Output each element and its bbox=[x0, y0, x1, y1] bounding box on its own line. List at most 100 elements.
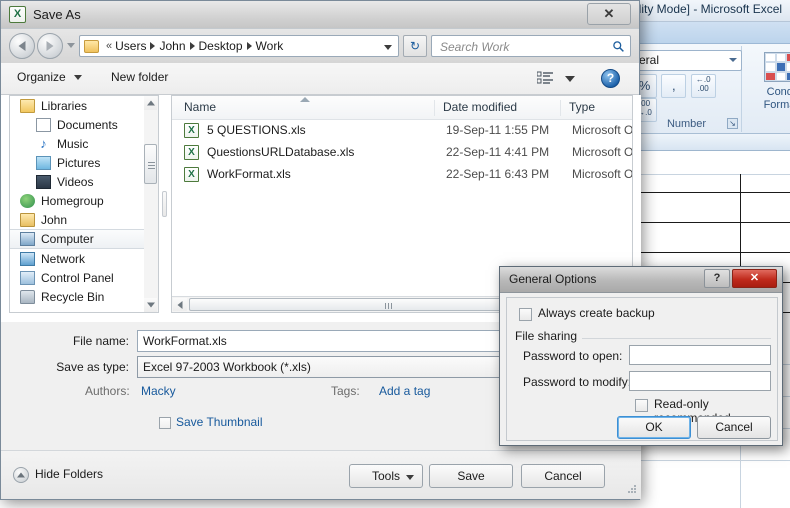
sidebar-label: Computer bbox=[41, 232, 94, 246]
hide-folders-chevron-up-icon[interactable] bbox=[13, 467, 29, 483]
sidebar-item-libraries[interactable]: Libraries bbox=[10, 96, 159, 115]
column-header-name[interactable]: Name bbox=[172, 100, 427, 116]
navigation-bar: « Users John Desktop Work ↻ Search Work bbox=[1, 29, 639, 63]
breadcrumb-segment-work[interactable]: Work bbox=[256, 39, 284, 53]
save-button[interactable]: Save bbox=[429, 464, 513, 488]
number-button-row: % , ←.0 .00 .00 →.0 bbox=[632, 74, 741, 122]
ok-button[interactable]: OK bbox=[617, 416, 691, 439]
number-group-label: Number bbox=[666, 118, 707, 130]
save-as-title: Save As bbox=[33, 7, 81, 22]
file-date-modified: 22-Sep-11 4:41 PM bbox=[446, 145, 550, 159]
cancel-button[interactable]: Cancel bbox=[521, 464, 605, 488]
recycle-bin-icon bbox=[20, 289, 35, 304]
file-name-label: File name: bbox=[72, 334, 129, 348]
recent-locations-chevron-down-icon[interactable] bbox=[67, 43, 75, 48]
music-icon: ♪ bbox=[40, 135, 47, 151]
ribbon-group-conditional-formatting[interactable]: Condi Format bbox=[746, 46, 790, 132]
authors-label: Authors: bbox=[85, 384, 130, 398]
scroll-up-arrow-icon[interactable] bbox=[144, 96, 157, 110]
table-row[interactable]: X WorkFormat.xls 22-Sep-11 6:43 PM Micro… bbox=[172, 164, 632, 186]
pane-splitter-handle[interactable] bbox=[162, 191, 167, 217]
always-create-backup-checkbox[interactable] bbox=[519, 308, 532, 321]
read-only-recommended-checkbox[interactable] bbox=[635, 399, 648, 412]
password-to-open-input[interactable] bbox=[629, 345, 771, 365]
sidebar-label: Pictures bbox=[57, 155, 101, 170]
excel-column-headers bbox=[630, 134, 790, 151]
breadcrumb-segment-users[interactable]: Users bbox=[115, 39, 146, 53]
number-dialog-launcher-icon[interactable]: ↘ bbox=[727, 118, 738, 129]
file-name: QuestionsURLDatabase.xls bbox=[207, 145, 355, 159]
xls-file-icon: X bbox=[184, 123, 199, 138]
general-options-panel: Always create backup File sharing Passwo… bbox=[506, 297, 778, 441]
breadcrumb-separator-icon bbox=[150, 42, 156, 50]
ribbon-group-number: eral % , ←.0 .00 .00 →.0 Number ↘ bbox=[632, 46, 742, 132]
close-icon[interactable]: ✕ bbox=[732, 269, 777, 288]
breadcrumb-address-bar[interactable]: « Users John Desktop Work bbox=[79, 35, 399, 57]
refresh-icon[interactable]: ↻ bbox=[403, 35, 427, 57]
sidebar-item-pictures[interactable]: Pictures bbox=[10, 153, 159, 172]
forward-button[interactable] bbox=[37, 33, 63, 59]
new-folder-button[interactable]: New folder bbox=[111, 70, 168, 84]
sidebar-item-computer[interactable]: Computer bbox=[10, 229, 159, 249]
cancel-button[interactable]: Cancel bbox=[697, 416, 771, 439]
password-to-open-label: Password to open: bbox=[523, 349, 623, 363]
excel-document-icon: X bbox=[9, 6, 26, 23]
hide-folders-button[interactable]: Hide Folders bbox=[35, 467, 103, 481]
sidebar-label: Homegroup bbox=[41, 193, 104, 208]
save-thumbnail-checkbox[interactable] bbox=[159, 417, 171, 429]
resize-grip-icon[interactable] bbox=[627, 485, 637, 495]
breadcrumb-segment-desktop[interactable]: Desktop bbox=[199, 39, 243, 53]
tools-label: Tools bbox=[371, 469, 400, 483]
excel-ribbon-tab-strip[interactable] bbox=[630, 22, 790, 44]
sidebar-item-documents[interactable]: Documents bbox=[10, 115, 159, 134]
file-date-modified: 19-Sep-11 1:55 PM bbox=[446, 123, 550, 137]
scroll-down-arrow-icon[interactable] bbox=[144, 298, 157, 312]
help-icon[interactable]: ? bbox=[704, 269, 730, 288]
add-a-tag-link[interactable]: Add a tag bbox=[379, 384, 430, 398]
scroll-left-arrow-icon[interactable] bbox=[173, 298, 187, 311]
comma-style-button[interactable]: , bbox=[661, 74, 687, 98]
sidebar-item-music[interactable]: ♪ Music bbox=[10, 134, 159, 153]
xls-file-icon: X bbox=[184, 167, 199, 182]
file-name: WorkFormat.xls bbox=[207, 167, 291, 181]
always-create-backup-text: Always create backup bbox=[538, 306, 655, 320]
file-type: Microsoft Off bbox=[572, 167, 633, 181]
view-options-chevron-down-icon[interactable] bbox=[565, 76, 575, 82]
sidebar-vertical-scrollbar[interactable] bbox=[144, 95, 159, 313]
password-to-modify-input[interactable] bbox=[629, 371, 771, 391]
authors-value[interactable]: Macky bbox=[141, 384, 176, 398]
save-as-type-label: Save as type: bbox=[56, 360, 129, 374]
column-header-date-modified[interactable]: Date modified bbox=[434, 100, 556, 116]
increase-decimal-button[interactable]: ←.0 .00 bbox=[690, 74, 716, 98]
breadcrumb-segment-john[interactable]: John bbox=[159, 39, 185, 53]
search-input[interactable]: Search Work bbox=[431, 35, 631, 57]
organize-button[interactable]: Organize bbox=[17, 70, 83, 84]
sidebar-item-network[interactable]: Network bbox=[10, 249, 159, 268]
back-button[interactable] bbox=[9, 33, 35, 59]
number-format-combo[interactable]: eral bbox=[634, 50, 742, 71]
file-type: Microsoft Off bbox=[572, 123, 633, 137]
close-icon[interactable]: ✕ bbox=[587, 3, 631, 25]
search-placeholder: Search Work bbox=[440, 40, 510, 54]
tools-button[interactable]: Tools bbox=[349, 464, 423, 488]
table-row[interactable]: X 5 QUESTIONS.xls 19-Sep-11 1:55 PM Micr… bbox=[172, 120, 632, 142]
breadcrumb-overflow-icon[interactable]: « bbox=[106, 40, 112, 52]
sidebar-item-homegroup[interactable]: Homegroup bbox=[10, 191, 159, 210]
network-icon bbox=[20, 251, 35, 266]
help-icon[interactable]: ? bbox=[601, 69, 620, 88]
breadcrumb-chevron-down-icon[interactable] bbox=[384, 45, 392, 50]
increase-decimal-top: ←.0 bbox=[695, 75, 711, 84]
sidebar-item-videos[interactable]: Videos bbox=[10, 172, 159, 191]
navigation-tree[interactable]: Libraries Documents ♪ Music Pictures Vid… bbox=[9, 95, 159, 313]
scrollbar-thumb[interactable] bbox=[144, 144, 157, 184]
column-header-type[interactable]: Type bbox=[560, 100, 632, 116]
sidebar-item-recycle-bin[interactable]: Recycle Bin bbox=[10, 287, 159, 306]
file-date-modified: 22-Sep-11 6:43 PM bbox=[446, 167, 550, 181]
sidebar-item-john[interactable]: John bbox=[10, 210, 159, 229]
always-create-backup-label[interactable]: Always create backup bbox=[538, 306, 655, 320]
change-view-icon[interactable] bbox=[537, 71, 554, 86]
save-thumbnail-label[interactable]: Save Thumbnail bbox=[176, 415, 263, 429]
chevron-down-icon bbox=[74, 75, 83, 81]
sidebar-item-control-panel[interactable]: Control Panel bbox=[10, 268, 159, 287]
table-row[interactable]: X QuestionsURLDatabase.xls 22-Sep-11 4:4… bbox=[172, 142, 632, 164]
